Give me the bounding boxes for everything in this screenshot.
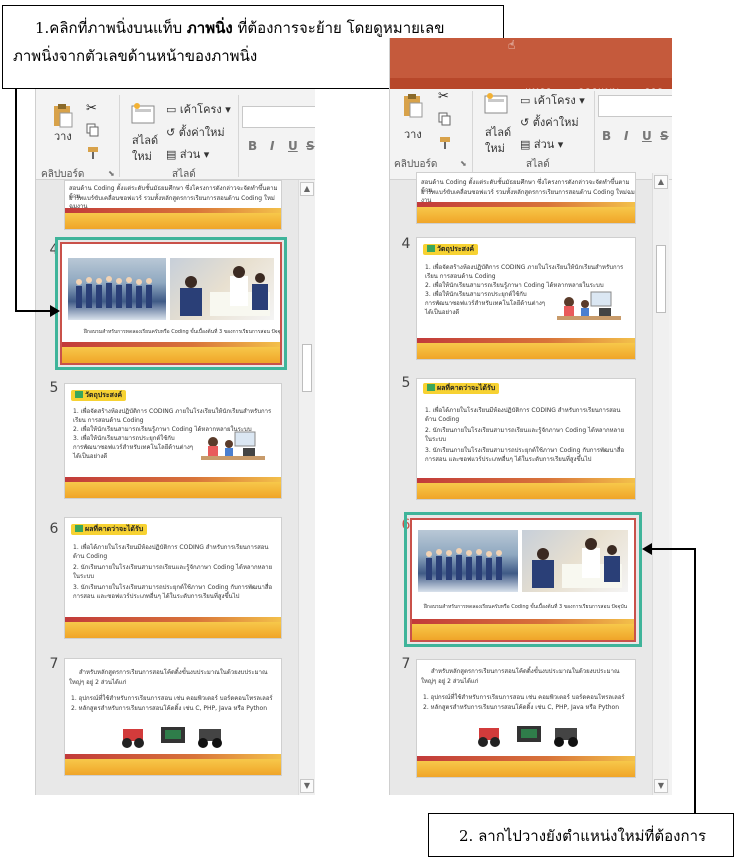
- slide-thumbnail-5[interactable]: วัตถุประสงค์ 1. เพื่อจัดสร้างห้องปฏิบัติ…: [64, 383, 282, 499]
- outcome-badge: ผลที่คาดว่าจะได้รับ: [71, 524, 148, 535]
- reset-button[interactable]: ↺ ตั้งค่าใหม่: [166, 123, 225, 141]
- dialog-launcher-icon[interactable]: ⬊: [460, 159, 467, 168]
- right-ribbon: วาง ✂ คลิปบอร์ด ⬊ สไลด์ ใหม่ ▭ เค้าโครง …: [390, 89, 672, 180]
- connector-line: [694, 548, 696, 814]
- slide-bullet-icon: [75, 525, 83, 532]
- slide-thumbnail-3-partial[interactable]: สอนด้าน Coding ตั้งแต่ระดับชั้นมัธยมศึกษ…: [416, 172, 636, 224]
- objectives-badge: วัตถุประสงค์: [423, 244, 479, 255]
- slide-thumbnail-6[interactable]: ผลที่คาดว่าจะได้รับ 1. เพื่อได้ภายในโรงเ…: [64, 517, 282, 639]
- slide-photo-caption: ฝึกอบรมสำหรับการทดลองเรียนครับหรือ Codin…: [424, 604, 628, 610]
- slide-photo-2: [170, 258, 274, 320]
- cut-icon[interactable]: ✂: [438, 89, 449, 104]
- scroll-down-arrow[interactable]: ▼: [654, 779, 668, 793]
- right-powerpoint-panel: ☝ แทรก ออกแบบ การเป วาง ✂ คลิปบอร์ด ⬊ สไ…: [389, 38, 672, 795]
- new-slide-icon[interactable]: [484, 93, 510, 119]
- slide-thumbnail-7[interactable]: สำหรับหลักสูตรการเรียนการสอนโค้ดดิ้งขั้น…: [416, 659, 636, 778]
- dialog-launcher-icon[interactable]: ⬊: [108, 169, 115, 178]
- paste-label[interactable]: วาง: [404, 125, 422, 143]
- title-bar: ☝: [390, 38, 672, 78]
- callout-step-2: 2. ลากไปวางยังตำแหน่งใหม่ที่ต้องการ: [428, 813, 734, 857]
- pointer-icon[interactable]: ☝: [508, 38, 515, 52]
- font-name-box[interactable]: [242, 106, 315, 128]
- slide-number-7: 7: [401, 656, 411, 672]
- layout-button[interactable]: ▭ เค้าโครง ▾: [166, 100, 231, 118]
- paste-label[interactable]: วาง: [54, 127, 72, 145]
- scroll-down-arrow[interactable]: ▼: [300, 779, 314, 793]
- group-slides-label: สไลด์: [526, 159, 550, 170]
- robot-kit-illustration: [475, 720, 585, 754]
- left-powerpoint-panel: วาง ✂ คลิปบอร์ด ⬊ สไลด์ ใหม่ ▭ เค้าโครง …: [35, 89, 315, 795]
- bold-button[interactable]: B: [248, 139, 257, 153]
- objectives-badge: วัตถุประสงค์: [71, 390, 127, 401]
- format-painter-icon[interactable]: [438, 135, 452, 154]
- classroom-illustration: [557, 290, 621, 334]
- connector-line: [15, 88, 17, 311]
- connector-line: [652, 548, 695, 550]
- strike-button[interactable]: S: [306, 139, 315, 153]
- layout-button[interactable]: ▭ เค้าโครง ▾: [520, 91, 585, 109]
- arrow-right-icon: [50, 305, 60, 317]
- slide-number-7: 7: [49, 656, 59, 672]
- underline-button[interactable]: U: [288, 139, 298, 153]
- copy-icon[interactable]: [86, 122, 100, 141]
- connector-line: [15, 310, 51, 312]
- strike-button[interactable]: S: [660, 129, 669, 143]
- new-slide-sub-label[interactable]: ใหม่: [485, 139, 505, 157]
- right-scrollbar[interactable]: ▲ ▼: [652, 173, 669, 795]
- slide-number-4: 4: [401, 236, 411, 252]
- robot-kit-illustration: [119, 721, 229, 755]
- callout-step-1-bold: ภาพนิ่ง: [186, 19, 233, 37]
- cut-icon[interactable]: ✂: [86, 101, 97, 116]
- slide-photo-1: [418, 530, 518, 592]
- new-slide-icon[interactable]: [131, 103, 157, 129]
- slide-bullet-icon: [427, 245, 435, 252]
- slide-number-5: 5: [49, 380, 59, 396]
- slide-thumbnail-4[interactable]: วัตถุประสงค์ 1. เพื่อจัดสร้างห้องปฏิบัติ…: [416, 237, 636, 360]
- slide-number-5: 5: [401, 375, 411, 391]
- paste-icon[interactable]: [402, 93, 424, 119]
- slide-thumbnail-5[interactable]: ผลที่คาดว่าจะได้รับ 1. เพื่อได้ภายในโรงเ…: [416, 378, 636, 500]
- left-ribbon: วาง ✂ คลิปบอร์ด ⬊ สไลด์ ใหม่ ▭ เค้าโครง …: [36, 89, 315, 180]
- italic-button[interactable]: I: [624, 129, 628, 143]
- bold-button[interactable]: B: [602, 129, 611, 143]
- scroll-thumb[interactable]: [302, 344, 312, 392]
- format-painter-icon[interactable]: [86, 145, 100, 164]
- section-button[interactable]: ▤ ส่วน ▾: [520, 135, 563, 153]
- slide-bullet-icon: [427, 384, 435, 391]
- scroll-thumb[interactable]: [656, 245, 666, 313]
- arrow-left-icon: [642, 543, 652, 555]
- section-button[interactable]: ▤ ส่วน ▾: [166, 145, 209, 163]
- outcome-badge: ผลที่คาดว่าจะได้รับ: [423, 383, 500, 394]
- font-name-box[interactable]: [598, 95, 672, 117]
- slide-bullet-icon: [75, 391, 83, 398]
- callout-step-2-text: 2. ลากไปวางยังตำแหน่งใหม่ที่ต้องการ: [459, 827, 707, 845]
- slide-thumbnail-6-moved[interactable]: ฝึกอบรมสำหรับการทดลองเรียนครับหรือ Codin…: [412, 520, 634, 640]
- left-scrollbar[interactable]: ▲ ▼: [298, 180, 315, 795]
- group-clipboard-label: คลิปบอร์ด: [394, 159, 438, 170]
- slide-thumbnail-4[interactable]: ฝึกอบรมสำหรับการทดลองเรียนครับหรือ Codin…: [62, 244, 280, 363]
- reset-button[interactable]: ↺ ตั้งค่าใหม่: [520, 113, 579, 131]
- slide-photo-1: [68, 258, 166, 320]
- scroll-up-arrow[interactable]: ▲: [300, 182, 314, 196]
- italic-button[interactable]: I: [270, 139, 274, 153]
- slide-photo-caption: ฝึกอบรมสำหรับการทดลองเรียนครับหรือ Codin…: [84, 329, 280, 335]
- underline-button[interactable]: U: [642, 129, 652, 143]
- slide-photo-2: [522, 530, 628, 592]
- slide-thumbnail-7[interactable]: สำหรับหลักสูตรการเรียนการสอนโค้ดดิ้งขั้น…: [64, 658, 282, 776]
- slide-thumbnail-3-partial[interactable]: สอนด้าน Coding ตั้งแต่ระดับชั้นมัธยมศึกษ…: [64, 180, 282, 230]
- copy-icon[interactable]: [438, 111, 452, 130]
- paste-icon[interactable]: [52, 103, 74, 129]
- classroom-illustration: [201, 430, 265, 474]
- scroll-up-arrow[interactable]: ▲: [654, 175, 668, 189]
- new-slide-sub-label[interactable]: ใหม่: [132, 147, 152, 165]
- slide-number-6: 6: [49, 521, 59, 537]
